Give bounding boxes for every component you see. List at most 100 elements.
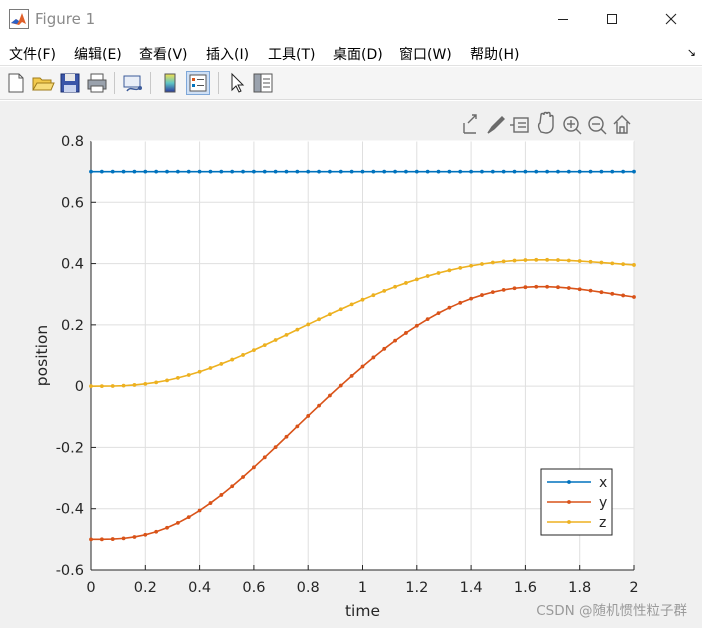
menu-desktop[interactable]: 桌面(D): [333, 44, 383, 64]
data-point-y: [436, 311, 441, 316]
data-point-x: [425, 169, 430, 174]
data-point-z: [328, 312, 332, 317]
data-point-x: [273, 169, 278, 174]
data-point-y: [393, 338, 397, 343]
data-point-x: [512, 169, 517, 174]
x-tick-label: 0.2: [134, 580, 157, 596]
legend-marker-y: [567, 500, 571, 504]
brush-icon[interactable]: [487, 116, 505, 134]
y-tick-label: 0.4: [61, 257, 84, 273]
data-point-x: [89, 169, 93, 174]
maximize-icon: [607, 14, 617, 24]
data-point-x: [317, 169, 321, 174]
data-point-z: [371, 293, 376, 298]
zoom-out-icon[interactable]: [588, 116, 607, 135]
legend-marker-z: [567, 520, 571, 524]
data-point-z: [599, 260, 604, 265]
data-point-y: [447, 305, 452, 310]
data-point-x: [447, 169, 452, 174]
pan-icon[interactable]: [537, 111, 554, 134]
data-point-y: [317, 403, 321, 408]
property-inspector-icon[interactable]: [251, 71, 275, 95]
data-point-z: [273, 338, 278, 342]
data-point-x: [458, 169, 463, 174]
insert-legend-icon[interactable]: [186, 71, 210, 95]
x-tick-label: 1.8: [568, 580, 591, 596]
data-point-z: [230, 357, 235, 362]
home-icon[interactable]: [613, 115, 631, 134]
data-point-x: [99, 169, 104, 174]
data-point-y: [219, 493, 224, 497]
edit-plot-arrow-icon[interactable]: [225, 71, 249, 95]
x-axis-label: time: [345, 602, 380, 620]
data-point-y: [404, 331, 408, 335]
plot-svg[interactable]: 0 0.2 0.4 0.6 0.8 1 1.2 1.4 1.6 1.8 2 -0.6 -0.4 -0.2 0…: [0, 101, 702, 628]
menu-file[interactable]: 文件(F): [9, 44, 56, 64]
data-point-z: [360, 297, 365, 302]
legend-marker-x: [567, 480, 571, 484]
data-point-y: [338, 383, 343, 388]
menu-bar: 文件(F) 编辑(E) 查看(V) 插入(I) 工具(T) 桌面(D) 窗口(W…: [0, 38, 702, 66]
menu-tools[interactable]: 工具(T): [268, 44, 315, 64]
data-point-x: [556, 169, 560, 174]
data-point-x: [121, 169, 126, 174]
figure-toolbar: [0, 67, 702, 100]
data-point-y: [512, 286, 517, 291]
data-point-y: [143, 532, 148, 537]
data-point-y: [252, 465, 256, 470]
zoom-in-icon[interactable]: [563, 116, 582, 135]
data-point-x: [414, 169, 419, 174]
minimize-button[interactable]: [540, 0, 586, 38]
data-point-z: [132, 383, 137, 387]
data-point-x: [197, 169, 202, 174]
data-point-y: [458, 300, 463, 305]
y-tick-label: 0.2: [61, 318, 84, 334]
save-icon[interactable]: [58, 71, 82, 95]
y-tick-label: -0.6: [56, 563, 84, 579]
data-point-x: [480, 169, 484, 174]
x-tick-label: 1.6: [514, 580, 537, 596]
x-tick-label: 1.2: [405, 580, 428, 596]
menu-window[interactable]: 窗口(W): [399, 44, 452, 64]
dock-arrow-icon[interactable]: ↘: [687, 46, 696, 59]
data-point-x: [262, 169, 267, 174]
data-point-z: [512, 258, 517, 263]
data-point-x: [393, 169, 397, 174]
y-tick-label: 0: [75, 379, 84, 395]
y-axis-label: position: [33, 325, 51, 386]
data-point-x: [284, 169, 289, 174]
data-point-x: [328, 169, 332, 174]
data-point-z: [175, 375, 180, 380]
y-tick-label: 0.6: [61, 195, 84, 211]
menu-insert[interactable]: 插入(I): [206, 44, 249, 64]
data-point-y: [414, 323, 419, 328]
link-plot-icon[interactable]: [121, 71, 145, 95]
maximize-button[interactable]: [589, 0, 635, 38]
close-button[interactable]: [648, 0, 694, 38]
data-point-x: [186, 169, 191, 174]
data-point-x: [534, 169, 539, 174]
menu-view[interactable]: 查看(V): [139, 44, 188, 64]
data-point-z: [338, 307, 343, 312]
menu-help[interactable]: 帮助(H): [470, 44, 519, 64]
print-icon[interactable]: [85, 71, 109, 95]
data-point-z: [523, 258, 528, 262]
new-figure-icon[interactable]: [4, 71, 28, 95]
x-tick-label: 0.6: [242, 580, 265, 596]
data-point-y: [469, 296, 473, 301]
axes-toolbar: [463, 111, 631, 135]
data-point-y: [230, 484, 235, 489]
data-point-x: [349, 169, 354, 174]
data-point-x: [154, 169, 159, 174]
export-icon[interactable]: [463, 114, 477, 134]
data-point-x: [577, 169, 582, 174]
x-tick-label: 1.4: [460, 580, 483, 596]
data-point-y: [208, 501, 213, 505]
menu-edit[interactable]: 编辑(E): [74, 44, 122, 64]
open-file-icon[interactable]: [31, 71, 55, 95]
data-point-z: [414, 277, 419, 282]
data-point-y: [480, 293, 484, 297]
data-tips-icon[interactable]: [510, 117, 529, 133]
toolbar-separator: [150, 72, 151, 94]
insert-colorbar-icon[interactable]: [158, 71, 182, 95]
